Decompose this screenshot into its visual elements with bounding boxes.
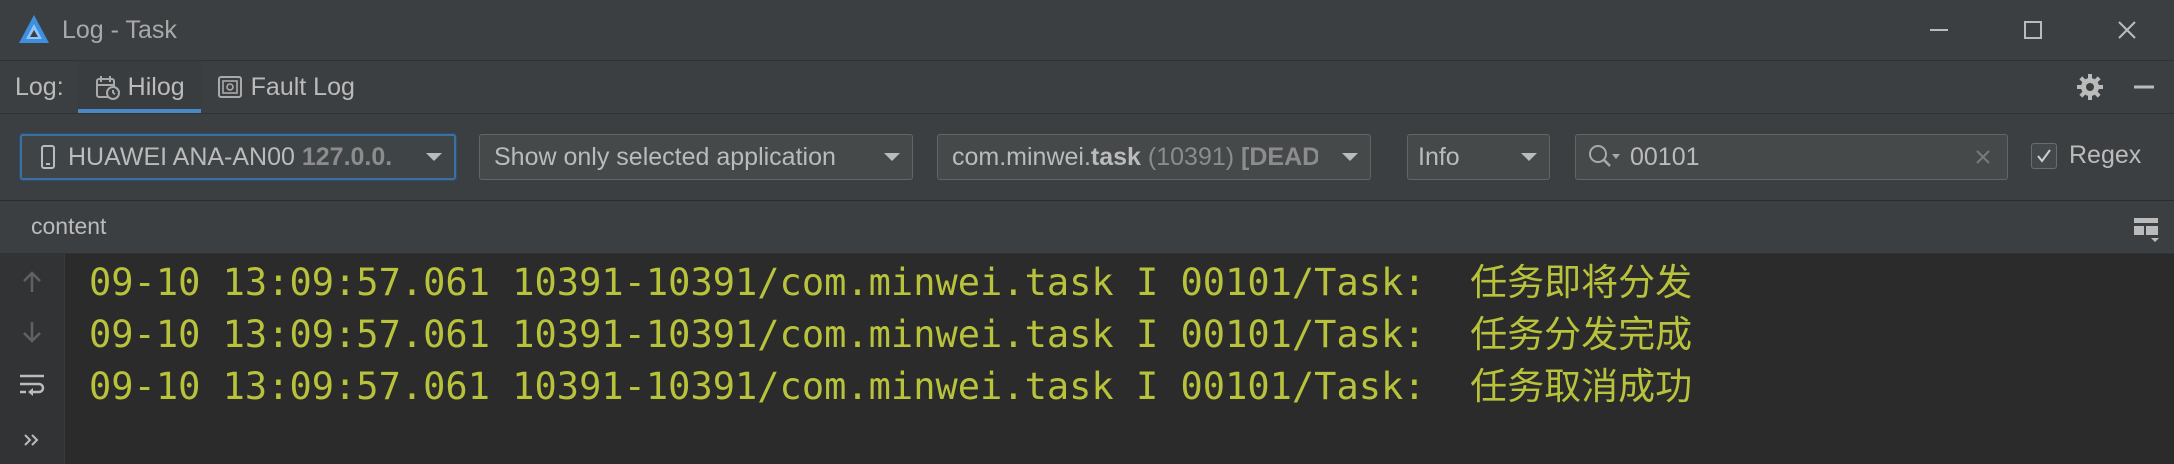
app-logo-icon: [19, 15, 49, 43]
log-level-select[interactable]: Info: [1407, 134, 1550, 180]
layout-settings-icon[interactable]: [2132, 215, 2160, 243]
log-line: 09-10 13:09:57.061 10391-10391/com.minwe…: [89, 365, 1693, 408]
double-chevron-right-icon: [24, 434, 39, 446]
soft-wrap-icon: [20, 374, 45, 396]
fault-log-icon: [217, 76, 242, 98]
regex-toggle[interactable]: Regex: [2031, 141, 2141, 170]
window-title: Log - Task: [62, 15, 177, 44]
log-level-value: Info: [1418, 142, 1460, 171]
process-pid: (10391): [1147, 142, 1235, 171]
more-actions-button[interactable]: [16, 424, 48, 456]
clear-icon[interactable]: [1975, 149, 1991, 165]
device-address: 127.0.0.: [301, 142, 393, 171]
chevron-down-icon: [1342, 153, 1358, 161]
close-button[interactable]: [2080, 0, 2174, 60]
tab-fault-log[interactable]: Fault Log: [201, 61, 371, 113]
title-bar: Log - Task: [0, 0, 2174, 61]
log-tabs-label: Log:: [15, 72, 64, 101]
log-side-toolbar: [0, 254, 65, 464]
arrow-up-icon: [23, 271, 41, 292]
process-select[interactable]: com.minwei.task (10391) [DEAD: [937, 134, 1371, 180]
tab-hilog-label: Hilog: [127, 72, 185, 101]
minimize-icon: [1930, 29, 1948, 31]
checkmark-icon: [2037, 148, 2051, 163]
log-tabs-bar: Log: Hilog Fault Log: [0, 61, 2174, 114]
maximize-button[interactable]: [1986, 0, 2080, 60]
log-line: 09-10 13:09:57.061 10391-10391/com.minwe…: [89, 313, 1693, 356]
hilog-icon: [95, 76, 120, 100]
content-header: content: [0, 201, 2174, 254]
filter-toolbar: HUAWEI ANA-AN00 127.0.0. Show only selec…: [0, 114, 2174, 200]
device-name: HUAWEI ANA-AN00: [68, 142, 295, 171]
regex-checkbox[interactable]: [2031, 142, 2057, 169]
chevron-down-icon: [426, 153, 442, 161]
phone-icon: [41, 145, 55, 169]
process-state: [DEAD: [1241, 142, 1318, 171]
maximize-icon: [2024, 21, 2042, 39]
process-name: task: [1090, 142, 1141, 171]
minimize-panel-icon[interactable]: [2132, 75, 2156, 99]
tab-hilog[interactable]: Hilog: [77, 61, 201, 113]
search-field[interactable]: 00101: [1575, 134, 2008, 180]
gear-icon[interactable]: [2076, 73, 2104, 101]
close-icon: [2118, 21, 2136, 39]
content-column-label: content: [31, 213, 107, 239]
device-select[interactable]: HUAWEI ANA-AN00 127.0.0.: [20, 134, 456, 180]
minimize-button[interactable]: [1892, 0, 1986, 60]
scroll-up-button[interactable]: [16, 266, 48, 298]
regex-label: Regex: [2069, 141, 2142, 169]
log-line: 09-10 13:09:57.061 10391-10391/com.minwe…: [89, 261, 1693, 304]
chevron-down-icon: [1521, 153, 1537, 161]
log-output[interactable]: 09-10 13:09:57.061 10391-10391/com.minwe…: [65, 254, 2174, 464]
soft-wrap-button[interactable]: [16, 368, 48, 400]
scroll-down-button[interactable]: [16, 316, 48, 348]
tab-fault-log-label: Fault Log: [250, 72, 355, 101]
app-scope-select[interactable]: Show only selected application: [479, 134, 913, 180]
chevron-down-icon: [884, 153, 900, 161]
app-scope-value: Show only selected application: [494, 142, 836, 171]
arrow-down-icon: [23, 322, 41, 343]
search-icon: [1589, 145, 1620, 167]
process-prefix: com.minwei.: [952, 142, 1091, 171]
search-input[interactable]: 00101: [1630, 143, 1700, 172]
